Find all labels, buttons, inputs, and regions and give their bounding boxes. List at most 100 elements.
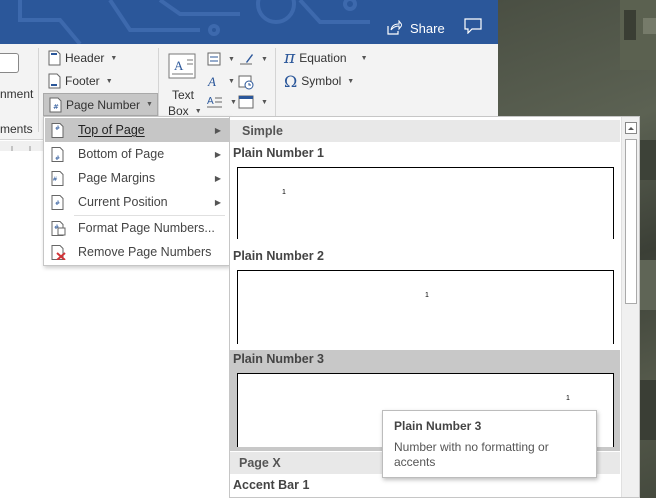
comment-button[interactable] <box>464 18 482 37</box>
menu-item-label: Current Position <box>78 195 168 209</box>
header-label: Header <box>65 51 105 65</box>
chevron-right-icon: ▶ <box>214 125 221 135</box>
menu-item-page-margins[interactable]: # Page Margins ▶ <box>45 166 229 190</box>
calendar-icon <box>238 75 254 90</box>
svg-text:A: A <box>174 58 184 73</box>
share-icon <box>387 20 402 35</box>
text-box-button[interactable]: A <box>167 52 197 84</box>
signature-line-button[interactable]: ▼ <box>238 52 268 66</box>
object-button[interactable]: ▼ <box>238 95 268 109</box>
tooltip: Plain Number 3 Number with no formatting… <box>382 410 597 478</box>
gallery-item-label: Plain Number 1 <box>233 146 324 160</box>
gallery-section-simple: Simple <box>230 120 620 142</box>
header-button[interactable]: Header ▼ <box>47 48 117 68</box>
equation-label: Equation <box>299 51 347 65</box>
page-number-label: Page Number <box>66 97 141 112</box>
menu-item-format-page-numbers[interactable]: # Format Page Numbers... <box>45 216 229 240</box>
omega-icon: Ω <box>284 71 298 91</box>
page-number-sample: 1 <box>566 395 570 402</box>
wordart-button[interactable]: A ▼ <box>207 74 235 88</box>
title-bar: Share <box>0 0 498 44</box>
menu-item-label: Remove Page Numbers <box>78 245 212 259</box>
page-number-sample: 1 <box>425 292 429 299</box>
comment-ribbon-label: nment <box>0 87 34 101</box>
gallery-item-label: Accent Bar 1 <box>233 478 310 492</box>
page-top-icon: # <box>51 123 64 138</box>
gallery-item-plain-number-2[interactable]: 1 <box>237 270 614 344</box>
tooltip-body: Number with no formatting or accents <box>394 440 549 469</box>
gallery-item-plain-number-1[interactable]: 1 <box>237 167 614 239</box>
gallery-item-label: Plain Number 2 <box>233 249 324 263</box>
current-position-icon: # <box>51 195 64 210</box>
chevron-right-icon: ▶ <box>214 173 221 183</box>
ruler <box>0 141 44 151</box>
menu-item-label: Page Margins <box>78 171 156 185</box>
equation-button[interactable]: π Equation ▼ <box>284 48 368 68</box>
chevron-down-icon: ▼ <box>261 55 268 63</box>
chevron-right-icon: ▶ <box>214 149 221 159</box>
chevron-down-icon: ▼ <box>110 54 118 62</box>
chevron-down-icon: ▼ <box>347 77 355 85</box>
footer-icon <box>48 73 61 89</box>
svg-text:#: # <box>55 125 60 132</box>
page-number-sample: 1 <box>282 189 286 196</box>
chevron-up-icon <box>628 127 634 130</box>
chevron-down-icon: ▼ <box>146 101 153 108</box>
svg-text:#: # <box>53 103 59 111</box>
gallery-scrollbar[interactable] <box>621 117 639 497</box>
chevron-down-icon: ▼ <box>228 55 235 63</box>
footer-label: Footer <box>65 74 100 88</box>
page-number-menu: # Top of Page ▶ # Bottom of Page ▶ # Pag… <box>43 116 230 266</box>
menu-item-label: Format Page Numbers... <box>78 221 215 235</box>
tooltip-title: Plain Number 3 <box>394 419 482 433</box>
svg-text:A: A <box>207 96 214 107</box>
menu-item-current-position[interactable]: # Current Position ▶ <box>45 190 229 214</box>
comment-ribbon-icon[interactable] <box>0 53 19 73</box>
chevron-down-icon: ▼ <box>261 98 268 106</box>
signature-line-icon <box>240 54 253 65</box>
quick-parts-button[interactable]: ▼ <box>207 52 235 66</box>
quick-parts-icon <box>207 52 221 66</box>
gallery-item-label: Plain Number 3 <box>233 352 324 366</box>
drop-cap-button[interactable]: A ▼ <box>207 95 237 109</box>
pi-icon: π <box>284 48 296 68</box>
menu-item-bottom-of-page[interactable]: # Bottom of Page ▶ <box>45 142 229 166</box>
menu-item-remove-page-numbers[interactable]: Remove Page Numbers <box>45 240 229 264</box>
comment-icon <box>464 18 482 35</box>
svg-text:A: A <box>207 74 216 88</box>
svg-text:#: # <box>55 155 60 162</box>
share-button[interactable]: Share <box>386 16 445 40</box>
footer-button[interactable]: Footer ▼ <box>47 71 113 91</box>
chevron-right-icon: ▶ <box>214 197 221 207</box>
chevron-down-icon: ▼ <box>228 77 235 85</box>
object-icon <box>238 95 254 109</box>
scroll-thumb[interactable] <box>625 139 637 304</box>
menu-item-label: Bottom of Page <box>78 147 165 161</box>
scroll-up-button[interactable] <box>625 122 637 134</box>
page-number-button[interactable]: # Page Number ▼ <box>43 93 158 116</box>
svg-text:#: # <box>53 176 58 183</box>
chevron-down-icon: ▼ <box>194 107 202 115</box>
comments-group-label: ments <box>0 122 33 136</box>
remove-page-numbers-icon <box>51 245 66 260</box>
chevron-down-icon: ▼ <box>105 77 113 85</box>
symbol-button[interactable]: Ω Symbol ▼ <box>284 71 354 91</box>
wordart-icon: A <box>207 74 216 88</box>
chevron-down-icon: ▼ <box>360 54 368 62</box>
format-page-numbers-icon: # <box>51 221 66 236</box>
text-box-icon: A <box>168 53 196 79</box>
page-bottom-icon: # <box>51 147 64 162</box>
chevron-down-icon: ▼ <box>230 98 237 106</box>
menu-item-top-of-page[interactable]: # Top of Page ▶ <box>45 118 229 142</box>
header-icon <box>48 50 61 66</box>
menu-item-label: Top of Page <box>78 123 145 137</box>
page-number-icon: # <box>49 97 62 112</box>
share-label: Share <box>410 20 445 36</box>
svg-text:#: # <box>55 200 60 207</box>
drop-cap-icon: A <box>207 96 222 108</box>
group-separator <box>38 48 39 132</box>
ruler-ticks <box>11 146 31 151</box>
symbol-label: Symbol <box>301 74 342 88</box>
page-margins-icon: # <box>51 171 64 186</box>
date-time-button[interactable] <box>238 74 254 93</box>
